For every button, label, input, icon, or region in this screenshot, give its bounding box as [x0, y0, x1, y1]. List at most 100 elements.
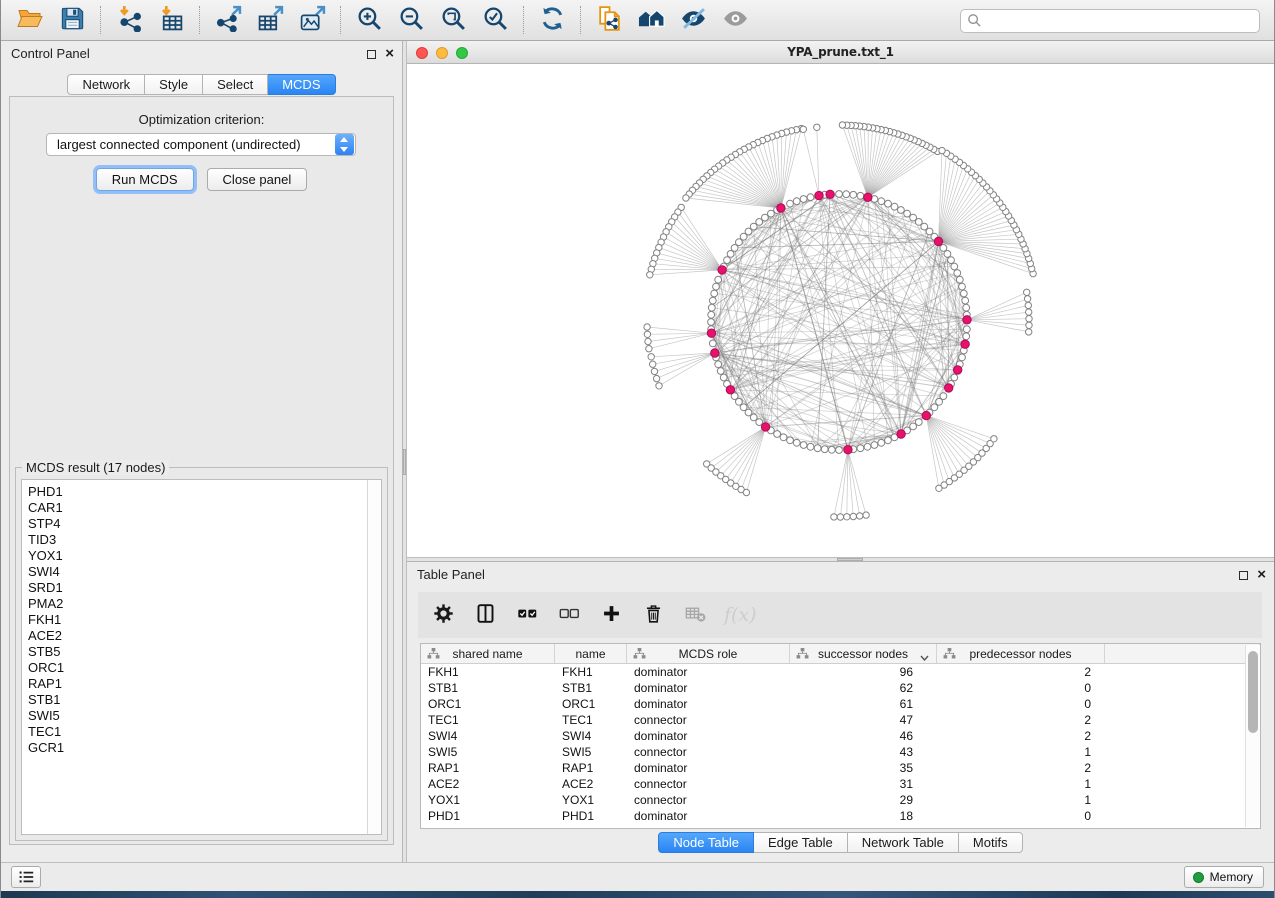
zoom-fit-button[interactable]: [432, 3, 474, 37]
table-scrollbar[interactable]: [1245, 645, 1260, 827]
add-column-button[interactable]: [598, 602, 624, 628]
network-view-canvas[interactable]: [407, 64, 1274, 557]
import-table-button[interactable]: [150, 3, 192, 37]
mcds-result-item[interactable]: ORC1: [22, 660, 381, 676]
network-node[interactable]: [885, 200, 892, 207]
mcds-result-item[interactable]: ACE2: [22, 628, 381, 644]
export-table-button[interactable]: [249, 3, 291, 37]
tab-network[interactable]: Network: [67, 74, 145, 95]
network-node[interactable]: [708, 319, 715, 326]
satellite-node[interactable]: [863, 512, 869, 518]
network-node[interactable]: [898, 207, 905, 214]
satellite-node[interactable]: [644, 331, 650, 337]
column-header-mcds-role[interactable]: MCDS role: [627, 644, 790, 663]
network-node[interactable]: [878, 439, 885, 446]
close-panel-icon[interactable]: ×: [385, 49, 394, 59]
table-row[interactable]: RAP1RAP1dominator352: [421, 760, 1260, 776]
network-node[interactable]: [708, 311, 715, 318]
network-node[interactable]: [709, 297, 716, 304]
mcds-result-item[interactable]: CAR1: [22, 500, 381, 516]
satellite-node[interactable]: [1026, 316, 1032, 322]
network-node[interactable]: [857, 192, 864, 199]
table-row[interactable]: STB1STB1dominator620: [421, 680, 1260, 696]
table-scrollbar-thumb[interactable]: [1248, 651, 1258, 733]
mcds-result-item[interactable]: PHD1: [22, 484, 381, 500]
zoom-in-button[interactable]: [348, 3, 390, 37]
network-node[interactable]: [959, 283, 966, 290]
close-table-panel-icon[interactable]: ×: [1257, 570, 1266, 580]
mcds-hub-node[interactable]: [945, 384, 953, 392]
horizontal-splitter-grip[interactable]: [837, 558, 863, 561]
network-node[interactable]: [959, 354, 966, 361]
mcds-hub-node[interactable]: [864, 193, 872, 201]
network-node[interactable]: [800, 196, 807, 203]
task-history-button[interactable]: [11, 866, 41, 888]
network-node[interactable]: [715, 361, 722, 368]
satellite-node[interactable]: [939, 147, 945, 153]
satellite-node[interactable]: [656, 383, 662, 389]
satellite-node[interactable]: [850, 513, 856, 519]
network-node[interactable]: [724, 257, 731, 264]
network-node[interactable]: [821, 446, 828, 453]
close-window-icon[interactable]: [416, 47, 428, 59]
float-table-panel-icon[interactable]: [1239, 571, 1248, 580]
network-node[interactable]: [956, 276, 963, 283]
network-node[interactable]: [885, 437, 892, 444]
table-row[interactable]: YOX1YOX1connector291: [421, 792, 1260, 808]
column-header-shared-name[interactable]: shared name: [421, 644, 555, 663]
satellite-node[interactable]: [1026, 322, 1032, 328]
gear-button[interactable]: [430, 602, 456, 628]
network-node[interactable]: [951, 263, 958, 270]
satellite-node[interactable]: [800, 126, 806, 132]
mcds-result-item[interactable]: TEC1: [22, 724, 381, 740]
table-row[interactable]: PHD1PHD1dominator180: [421, 808, 1260, 824]
mcds-result-item[interactable]: GCR1: [22, 740, 381, 756]
network-node[interactable]: [780, 434, 787, 441]
satellite-node[interactable]: [1026, 329, 1032, 335]
network-node[interactable]: [774, 431, 781, 438]
mcds-hub-node[interactable]: [711, 349, 719, 357]
satellite-node[interactable]: [645, 338, 651, 344]
network-node[interactable]: [915, 419, 922, 426]
network-node[interactable]: [948, 257, 955, 264]
tab-style[interactable]: Style: [145, 74, 203, 95]
mcds-result-item[interactable]: STB1: [22, 692, 381, 708]
zoom-out-button[interactable]: [390, 3, 432, 37]
network-node[interactable]: [836, 191, 843, 198]
network-node[interactable]: [787, 437, 794, 444]
network-node[interactable]: [963, 326, 970, 333]
mcds-result-item[interactable]: STP4: [22, 516, 381, 532]
mcds-hub-node[interactable]: [726, 386, 734, 394]
satellite-node[interactable]: [651, 368, 657, 374]
mcds-hub-node[interactable]: [707, 329, 715, 337]
tab-motifs[interactable]: Motifs: [959, 832, 1023, 853]
network-node[interactable]: [708, 304, 715, 311]
mcds-result-item[interactable]: SRD1: [22, 580, 381, 596]
network-node[interactable]: [720, 374, 727, 381]
mcds-hub-node[interactable]: [963, 316, 971, 324]
table-row[interactable]: SWI4SWI4dominator462: [421, 728, 1260, 744]
network-node[interactable]: [713, 283, 720, 290]
satellite-node[interactable]: [644, 324, 650, 330]
maximize-window-icon[interactable]: [456, 47, 468, 59]
network-node[interactable]: [731, 245, 738, 252]
save-session-button[interactable]: [51, 3, 93, 37]
mcds-list-scrollbar[interactable]: [367, 480, 381, 834]
network-node[interactable]: [793, 198, 800, 205]
first-neighbors-button[interactable]: [630, 3, 672, 37]
network-node[interactable]: [787, 200, 794, 207]
satellite-node[interactable]: [653, 375, 659, 381]
mcds-hub-node[interactable]: [815, 191, 823, 199]
network-node[interactable]: [717, 368, 724, 375]
mcds-result-item[interactable]: RAP1: [22, 676, 381, 692]
network-node[interactable]: [963, 333, 970, 340]
mcds-result-item[interactable]: PMA2: [22, 596, 381, 612]
network-node[interactable]: [891, 203, 898, 210]
network-node[interactable]: [800, 442, 807, 449]
satellite-node[interactable]: [1026, 309, 1032, 315]
mcds-result-item[interactable]: FKH1: [22, 612, 381, 628]
satellite-node[interactable]: [1024, 296, 1030, 302]
satellite-node[interactable]: [857, 513, 863, 519]
delete-column-button[interactable]: [640, 602, 666, 628]
duplicate-network-button[interactable]: [588, 3, 630, 37]
